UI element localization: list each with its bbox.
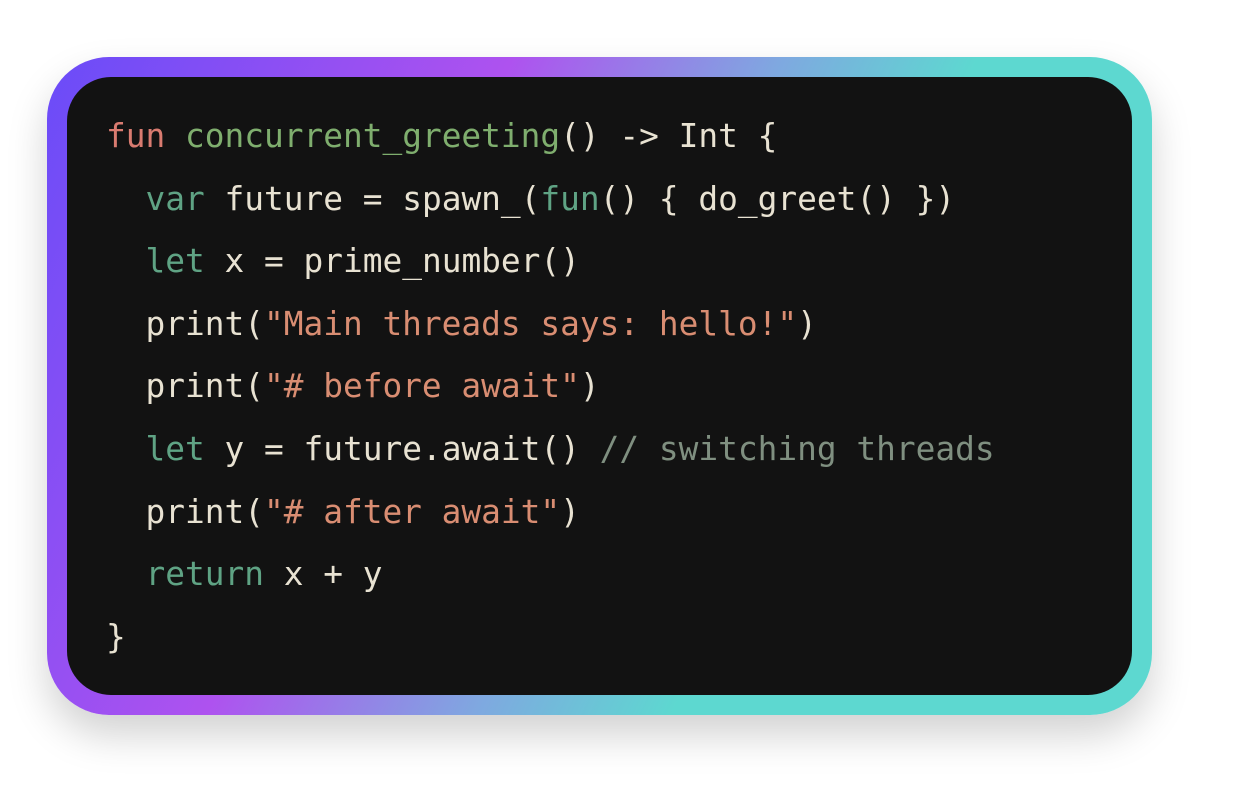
comment-token: // switching threads	[599, 429, 995, 468]
keyword-token: let	[145, 242, 205, 281]
code-token: print(	[106, 492, 264, 531]
code-token: y = future.await()	[204, 429, 600, 468]
code-token: () -> Int {	[560, 117, 778, 155]
keyword-token: fun	[106, 117, 166, 155]
code-token: print(	[106, 304, 264, 343]
code-text: fun concurrent_greeting() -> Int { var f…	[106, 105, 995, 668]
code-line: print("# before await")	[106, 355, 995, 418]
code-token: )	[579, 367, 600, 406]
code-token: () { do_greet() })	[599, 179, 956, 218]
code-line: var future = spawn_(fun() { do_greet() }…	[106, 168, 995, 231]
code-token: )	[797, 304, 817, 343]
keyword-token: return	[145, 555, 264, 594]
function-name-token: concurrent_greeting	[185, 117, 561, 155]
keyword-token: let	[145, 429, 205, 468]
code-line: print("# after await")	[106, 481, 995, 544]
code-line: print("Main threads says: hello!")	[106, 293, 995, 356]
code-block: fun concurrent_greeting() -> Int { var f…	[67, 77, 1132, 695]
code-card-frame: fun concurrent_greeting() -> Int { var f…	[47, 57, 1152, 715]
code-token: )	[560, 492, 580, 531]
code-token: future = spawn_(	[204, 179, 541, 218]
keyword-token: fun	[540, 179, 600, 218]
string-literal-token: "# before await"	[263, 367, 580, 406]
code-line: }	[106, 606, 995, 669]
code-line: let x = prime_number()	[106, 230, 995, 293]
keyword-token: var	[145, 179, 205, 218]
code-token: }	[106, 617, 126, 656]
code-line: fun concurrent_greeting() -> Int {	[106, 105, 995, 168]
string-literal-token: "Main threads says: hello!"	[263, 304, 798, 343]
code-token: print(	[106, 367, 264, 406]
code-token: x + y	[263, 555, 383, 594]
string-literal-token: "# after await"	[263, 492, 561, 531]
code-line: let y = future.await() // switching thre…	[106, 418, 995, 481]
code-token: x = prime_number()	[204, 242, 580, 281]
code-line: return x + y	[106, 543, 995, 606]
